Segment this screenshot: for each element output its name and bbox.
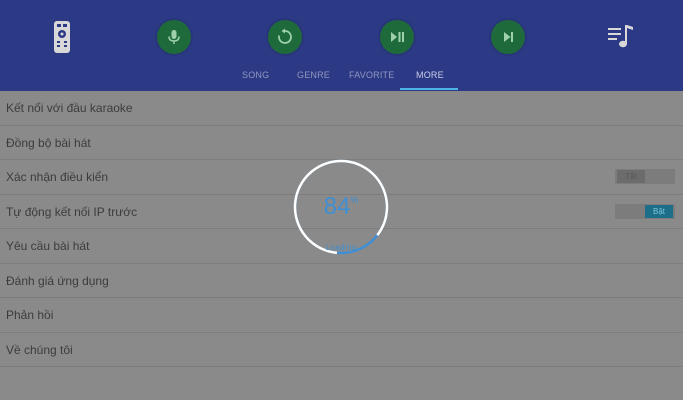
- active-tab-indicator: [400, 88, 458, 90]
- play-pause-button[interactable]: [380, 20, 414, 54]
- playlist-icon: [608, 25, 633, 48]
- skip-next-button[interactable]: [491, 20, 525, 54]
- remote-button[interactable]: [45, 20, 79, 54]
- toolbar: [0, 14, 683, 64]
- skip-next-icon: [504, 32, 513, 42]
- setting-label: Kết nối với đầu karaoke: [6, 101, 133, 115]
- setting-sync-songs[interactable]: Đồng bộ bài hát: [0, 126, 683, 160]
- microphone-icon: [168, 30, 180, 44]
- setting-label: Xác nhận điều kiển: [6, 170, 109, 184]
- tab-more[interactable]: MORE: [416, 70, 444, 80]
- setting-label: Đồng bộ bài hát: [6, 135, 91, 150]
- setting-label: Tự động kết nối IP trước: [6, 204, 138, 219]
- setting-connect-karaoke[interactable]: Kết nối với đầu karaoke: [0, 91, 683, 126]
- microphone-button[interactable]: [157, 20, 191, 54]
- play-pause-icon: [391, 32, 404, 42]
- tab-bar: SONG GENRE FAVORITE MORE: [0, 66, 683, 91]
- tab-genre[interactable]: GENRE: [297, 70, 330, 80]
- remote-icon: [54, 21, 70, 53]
- auto-connect-ip-toggle[interactable]: Bật: [615, 203, 675, 219]
- loading-indicator: 84% Loading: [291, 157, 391, 257]
- setting-feedback[interactable]: Phản hồi: [0, 298, 683, 333]
- loading-value: 84: [323, 193, 351, 220]
- toggle-state-label: Tắt: [617, 170, 645, 183]
- setting-label: Đánh giá ứng dụng: [6, 273, 109, 288]
- replay-button[interactable]: [268, 20, 302, 54]
- app-header: SONG GENRE FAVORITE MORE: [0, 0, 683, 91]
- tab-favorite[interactable]: FAVORITE: [349, 70, 394, 80]
- toggle-state-label: Bật: [645, 204, 673, 218]
- setting-label: Về chúng tôi: [6, 342, 73, 357]
- confirm-control-toggle[interactable]: Tắt: [615, 169, 675, 184]
- playlist-button[interactable]: [604, 20, 638, 54]
- loading-percentage: 84%: [291, 193, 391, 221]
- setting-label: Phản hồi: [6, 308, 54, 322]
- setting-about-us[interactable]: Về chúng tôi: [0, 333, 683, 367]
- replay-icon: [278, 28, 292, 44]
- setting-rate-app[interactable]: Đánh giá ứng dụng: [0, 264, 683, 298]
- tab-song[interactable]: SONG: [242, 70, 269, 80]
- setting-label: Yêu cầu bài hát: [6, 239, 90, 253]
- loading-label: Loading: [325, 243, 357, 252]
- loading-unit: %: [350, 195, 359, 205]
